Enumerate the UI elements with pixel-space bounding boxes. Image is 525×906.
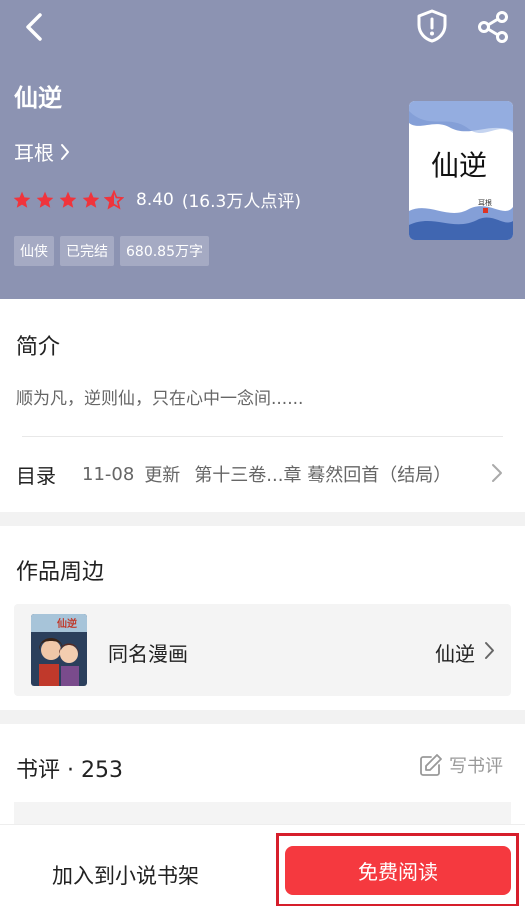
related-heading: 作品周边 xyxy=(16,560,105,585)
write-review-label: 写书评 xyxy=(449,756,503,777)
tag-list: 仙侠 已完结 680.85万字 xyxy=(14,236,209,266)
tag-wordcount: 680.85万字 xyxy=(120,236,209,266)
related-card: 作品周边 仙逆 同名漫画 仙逆 xyxy=(0,526,525,710)
rating: 8.40 (16.3万人点评) xyxy=(12,187,301,212)
rating-score: 8.40 xyxy=(136,189,174,210)
rating-count: (16.3万人点评) xyxy=(181,192,301,212)
intro-heading: 简介 xyxy=(16,335,61,360)
toc-latest-chapter: 第十三卷...章 蓦然回首（结局） xyxy=(194,465,452,486)
write-review-button[interactable]: 写书评 xyxy=(419,752,503,778)
author-name: 耳根 xyxy=(14,141,54,165)
tag-genre[interactable]: 仙侠 xyxy=(14,236,54,266)
star-icon xyxy=(59,191,77,208)
intro-card: 简介 顺为凡，逆则仙，只在心中一念间...... 目录 11-08 更新 第十三… xyxy=(0,299,525,512)
tag-status: 已完结 xyxy=(60,236,114,266)
star-icon xyxy=(13,191,31,208)
cover-seal xyxy=(483,208,488,213)
star-icon xyxy=(82,191,100,208)
add-to-shelf-button[interactable]: 加入到小说书架 xyxy=(52,860,199,890)
related-item-name: 仙逆 xyxy=(435,642,475,666)
chevron-right-icon xyxy=(492,464,502,482)
cover-art: 仙逆 耳根 xyxy=(409,101,513,240)
bottom-action-bar: 加入到小说书架 免费阅读 xyxy=(0,824,525,906)
edit-icon xyxy=(420,754,442,776)
star-half-icon xyxy=(104,189,124,209)
comic-thumb-title: 仙逆 xyxy=(57,617,77,630)
chevron-right-icon xyxy=(485,642,494,659)
book-cover[interactable]: 仙逆 耳根 xyxy=(409,101,513,240)
rating-stars xyxy=(12,189,124,210)
toc-date: 11-08 xyxy=(82,463,135,485)
book-title: 仙逆 xyxy=(14,84,62,112)
share-icon[interactable] xyxy=(476,10,510,44)
related-item-label: 同名漫画 xyxy=(108,642,188,666)
divider xyxy=(22,436,503,437)
chevron-right-icon xyxy=(61,143,69,160)
cover-author: 耳根 xyxy=(478,198,492,207)
comic-thumbnail: 仙逆 xyxy=(31,614,87,686)
intro-text[interactable]: 顺为凡，逆则仙，只在心中一念间...... xyxy=(16,384,303,409)
book-header: 仙逆 耳根 8.40 (16.3万人点评) 仙侠 已完结 680.85万字 仙逆… xyxy=(0,0,525,299)
shield-alert-icon[interactable] xyxy=(414,8,450,44)
free-read-button[interactable]: 免费阅读 xyxy=(285,846,511,895)
back-icon[interactable] xyxy=(18,10,52,44)
author-link[interactable]: 耳根 xyxy=(14,137,70,166)
review-heading: 书评 · 253 xyxy=(16,758,123,783)
toc-update: 更新 xyxy=(144,465,181,486)
star-icon xyxy=(36,191,54,208)
toc-row[interactable]: 目录 11-08 更新 第十三卷...章 蓦然回首（结局） xyxy=(0,451,525,497)
related-comic-item[interactable]: 仙逆 同名漫画 仙逆 xyxy=(14,604,511,696)
cover-title: 仙逆 xyxy=(431,149,487,182)
toc-label: 目录 xyxy=(16,463,56,488)
